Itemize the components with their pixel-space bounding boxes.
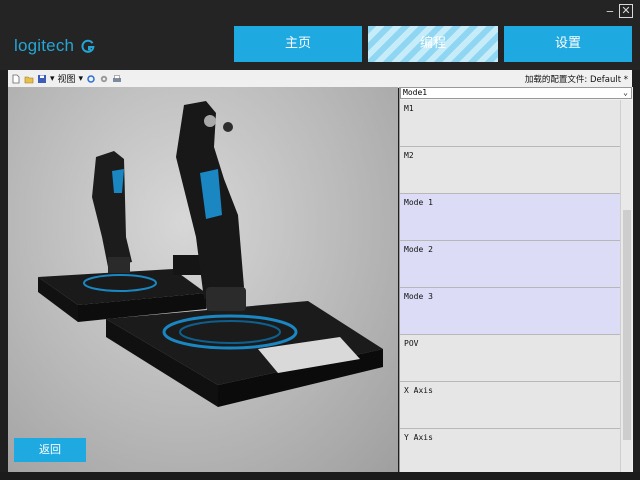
back-button[interactable]: 返回 xyxy=(14,438,86,462)
minimize-button[interactable]: ‒ xyxy=(603,4,617,18)
mode-select-value: Mode1 xyxy=(403,88,428,97)
scrollbar[interactable] xyxy=(620,100,632,472)
mode-select[interactable]: Mode1 ⌄ xyxy=(400,87,632,99)
bottom-edge xyxy=(0,472,640,480)
tab-settings[interactable]: 设置 xyxy=(504,26,632,62)
list-item[interactable]: Mode 2 xyxy=(400,241,620,288)
view-menu[interactable]: 视图 xyxy=(58,72,76,85)
device-viewport: 返回 xyxy=(8,87,398,472)
tab-home[interactable]: 主页 xyxy=(234,26,362,62)
scrollbar-thumb[interactable] xyxy=(623,210,631,440)
logo-text: logitech xyxy=(14,36,75,55)
list-item[interactable]: X Axis xyxy=(400,382,620,429)
tab-program[interactable]: 编程 xyxy=(368,26,498,62)
list-item[interactable]: Mode 1 xyxy=(400,194,620,241)
list-item[interactable]: Mode 3 xyxy=(400,288,620,335)
open-folder-icon[interactable] xyxy=(24,74,34,84)
toolbar: ▾ 视图 ▾ 加载的配置文件: Default * xyxy=(8,70,632,88)
command-panel: Mode1 ⌄ M1 M2 Mode 1 Mode 2 Mode 3 POV X… xyxy=(399,87,633,472)
command-editor-icon[interactable] xyxy=(86,74,96,84)
chevron-down-icon: ⌄ xyxy=(623,88,628,97)
list-item[interactable]: M1 xyxy=(400,100,620,147)
view-dropdown-icon[interactable]: ▾ xyxy=(79,74,84,84)
joystick-image xyxy=(38,101,383,407)
save-icon[interactable] xyxy=(37,74,47,84)
list-item[interactable]: Y Axis xyxy=(400,429,620,472)
title-bar: logitech ‒ ✕ 主页 编程 设置 xyxy=(0,0,640,70)
assignment-list: M1 M2 Mode 1 Mode 2 Mode 3 POV X Axis Y … xyxy=(400,100,620,472)
new-file-icon[interactable] xyxy=(11,74,21,84)
list-item[interactable]: M2 xyxy=(400,147,620,194)
close-button[interactable]: ✕ xyxy=(619,4,633,18)
loaded-profile-label: 加载的配置文件: Default * xyxy=(524,75,628,85)
gear-icon[interactable] xyxy=(99,74,109,84)
dropdown-arrow-icon[interactable]: ▾ xyxy=(50,74,55,84)
logitech-g-icon xyxy=(81,39,95,53)
logitech-logo: logitech xyxy=(14,36,95,56)
list-item[interactable]: POV xyxy=(400,335,620,382)
print-icon[interactable] xyxy=(112,74,122,84)
